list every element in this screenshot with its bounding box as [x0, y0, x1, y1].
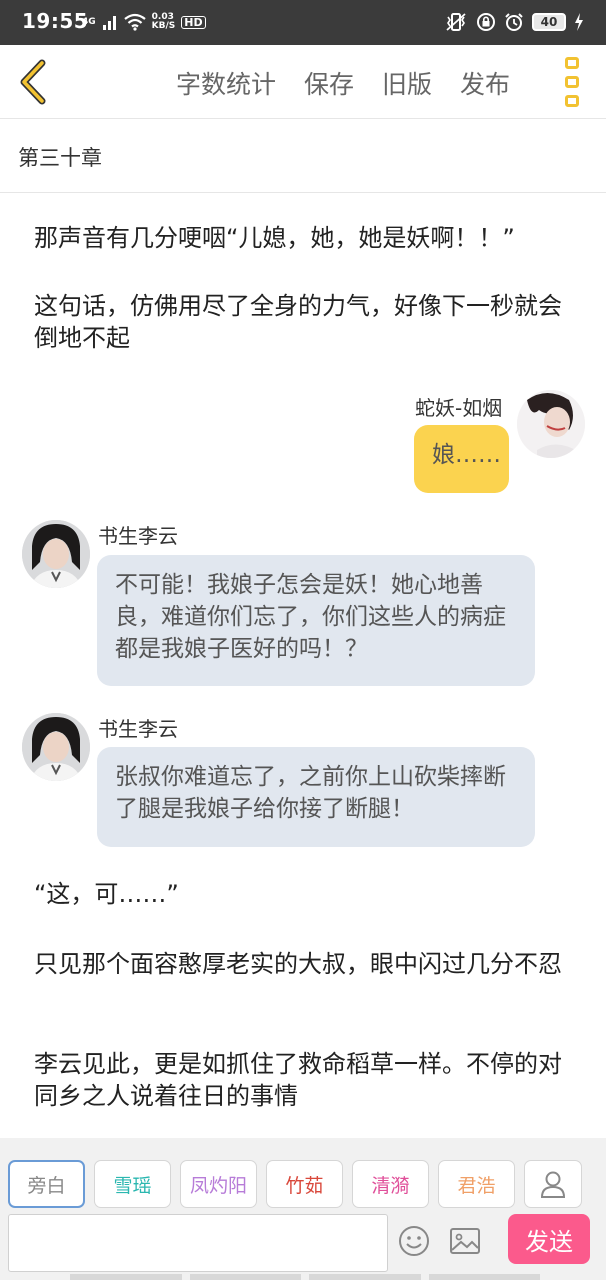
role-qingyi[interactable]: 清漪 — [352, 1160, 429, 1208]
chapter-title-text: 第三十章 — [18, 146, 102, 170]
smiley-icon — [399, 1226, 429, 1256]
status-right-icons: 40 — [444, 12, 584, 32]
avatar[interactable] — [22, 520, 90, 588]
chevron-left-icon — [20, 59, 46, 105]
wifi-icon — [123, 13, 146, 31]
message-input[interactable] — [8, 1214, 388, 1272]
character-avatar-icon — [22, 520, 90, 588]
lock-rotation-icon — [477, 13, 495, 31]
chat-bubble-left[interactable]: 不可能！我娘子怎会是妖！她心地善良，难道你们忘了，你们这些人的病症都是我娘子医好… — [97, 555, 535, 686]
bottom-divider — [70, 1274, 540, 1280]
character-avatar-icon — [517, 390, 585, 458]
back-button[interactable] — [14, 57, 54, 107]
role-label: 凤灼阳 — [189, 1174, 247, 1197]
narration-paragraph[interactable]: 李云见此，更是如抓住了救命稻草一样。不停的对同乡之人说着往日的事情 — [34, 1048, 574, 1112]
role-label: 君浩 — [457, 1174, 496, 1197]
chat-bubble-right[interactable]: 娘…… — [414, 425, 509, 493]
alarm-icon — [505, 13, 523, 31]
hd-badge: HD — [181, 15, 206, 29]
status-time: 19:55 — [22, 9, 89, 33]
status-left-icons: 4G 0.03 KB/S HD — [82, 13, 206, 31]
image-icon — [450, 1228, 480, 1254]
narration-paragraph[interactable]: 那声音有几分哽咽“儿媳，她，她是妖啊！！” — [34, 222, 574, 254]
speaker-name: 书生李云 — [98, 524, 178, 548]
role-fengzhuoyang[interactable]: 凤灼阳 — [180, 1160, 257, 1208]
old-version-button[interactable]: 旧版 — [382, 65, 432, 101]
send-button[interactable]: 发送 — [508, 1214, 590, 1264]
nav-actions: 字数统计 保存 旧版 发布 — [176, 65, 510, 101]
role-label: 竹茹 — [285, 1174, 324, 1197]
avatar[interactable] — [517, 390, 585, 458]
role-label: 雪瑶 — [113, 1174, 152, 1197]
role-label: 清漪 — [371, 1174, 410, 1197]
vibrate-icon — [446, 13, 466, 31]
vertical-dots-icon — [565, 76, 579, 88]
role-xueyao[interactable]: 雪瑶 — [94, 1160, 171, 1208]
speed-unit: KB/S — [151, 21, 176, 31]
avatar[interactable] — [22, 713, 90, 781]
insert-image-button[interactable] — [449, 1226, 481, 1256]
signal-icon — [102, 16, 116, 30]
editor-toolbar: 旁白 雪瑶 凤灼阳 竹茹 清漪 君浩 发送 — [0, 1138, 606, 1280]
chat-bubble-left[interactable]: 张叔你难道忘了，之前你上山砍柴摔断了腿是我娘子给你接了断腿！ — [97, 747, 535, 847]
more-menu-button[interactable] — [562, 57, 582, 107]
save-button[interactable]: 保存 — [304, 65, 354, 101]
charging-icon — [575, 13, 583, 31]
narration-paragraph[interactable]: 这句话，仿佛用尽了全身的力气，好像下一秒就会倒地不起 — [34, 290, 574, 354]
network-type: 4G — [82, 16, 96, 27]
vertical-dots-icon — [565, 95, 579, 107]
word-count-button[interactable]: 字数统计 — [176, 65, 276, 101]
role-junhao[interactable]: 君浩 — [438, 1160, 515, 1208]
battery-indicator: 40 — [532, 13, 566, 31]
manage-roles-button[interactable] — [524, 1160, 582, 1208]
narration-paragraph[interactable]: “这，可……” — [34, 878, 574, 910]
person-icon — [540, 1171, 566, 1198]
character-avatar-icon — [22, 713, 90, 781]
network-speed: 0.03 KB/S — [152, 13, 176, 31]
narration-paragraph[interactable]: 只见那个面容憨厚老实的大叔，眼中闪过几分不忍 — [34, 948, 574, 980]
speaker-name: 书生李云 — [98, 717, 178, 741]
publish-button[interactable]: 发布 — [460, 65, 510, 101]
chapter-title[interactable]: 第三十章 — [0, 120, 606, 193]
emoji-button[interactable] — [398, 1225, 430, 1257]
top-nav-bar: 字数统计 保存 旧版 发布 — [0, 45, 606, 119]
role-narrator[interactable]: 旁白 — [8, 1160, 85, 1208]
speaker-name: 蛇妖-如烟 — [415, 396, 503, 420]
status-bar: 19:55 4G 0.03 KB/S HD 40 — [0, 0, 606, 45]
vertical-dots-icon — [565, 57, 579, 69]
role-label: 旁白 — [27, 1174, 66, 1197]
role-selector: 旁白 雪瑶 凤灼阳 竹茹 清漪 君浩 — [8, 1160, 582, 1208]
role-zhuru[interactable]: 竹茹 — [266, 1160, 343, 1208]
